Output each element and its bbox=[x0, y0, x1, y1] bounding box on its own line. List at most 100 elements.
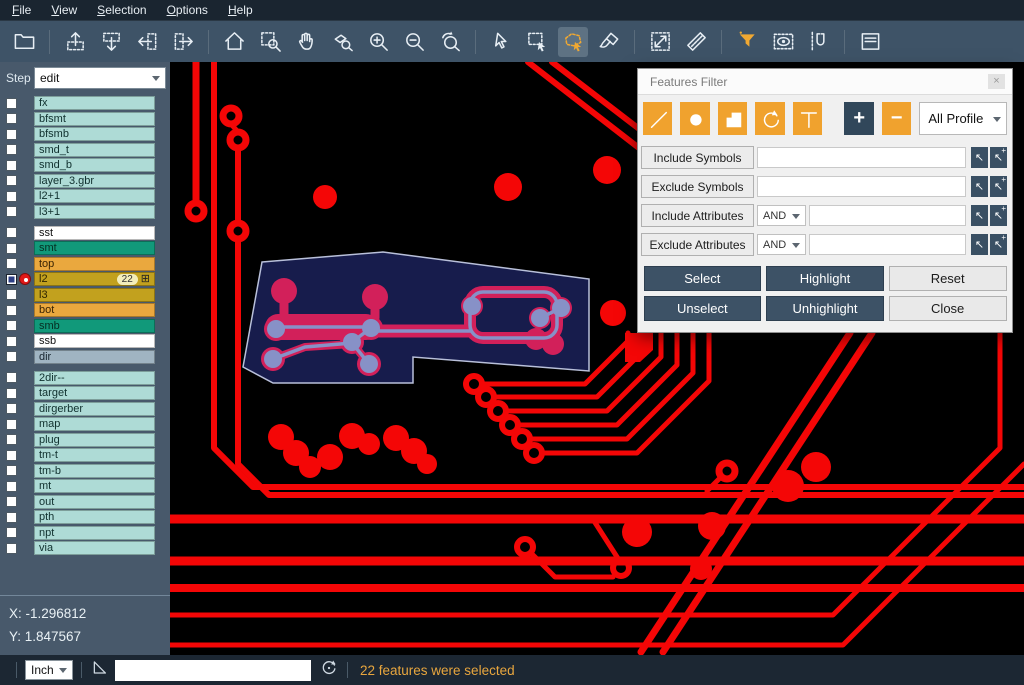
pick-add-button[interactable]: ↖+ bbox=[990, 205, 1007, 226]
layer-checkbox[interactable] bbox=[6, 113, 17, 124]
highlight-button[interactable]: Highlight bbox=[766, 266, 884, 291]
pick-add-button[interactable]: ↖+ bbox=[990, 147, 1007, 168]
and-or-select[interactable]: AND bbox=[757, 234, 806, 255]
filter-button[interactable] bbox=[732, 27, 762, 57]
layer-name-bar[interactable]: bfsmb bbox=[34, 127, 155, 141]
and-or-select[interactable]: AND bbox=[757, 205, 806, 226]
open-button[interactable] bbox=[9, 27, 39, 57]
layer-name-bar[interactable]: dirgerber bbox=[34, 402, 155, 416]
layer-checkbox[interactable] bbox=[6, 206, 17, 217]
layer-name-bar[interactable]: top bbox=[34, 257, 155, 271]
dlg-plus-button[interactable]: + bbox=[844, 102, 873, 135]
layer-name-bar[interactable]: plug bbox=[34, 433, 155, 447]
layer-name-bar[interactable]: smb bbox=[34, 319, 155, 333]
layer-name-bar[interactable]: target bbox=[34, 386, 155, 400]
layer-name-bar[interactable]: smt bbox=[34, 241, 155, 255]
profile-select[interactable]: All Profile bbox=[919, 102, 1007, 135]
menu-view[interactable]: View bbox=[41, 1, 87, 19]
layer-name-bar[interactable]: layer_3.gbr bbox=[34, 174, 155, 188]
move-up-button[interactable] bbox=[60, 27, 90, 57]
layer-checkbox[interactable] bbox=[6, 403, 17, 414]
dialog-title-bar[interactable]: Features Filter × bbox=[638, 69, 1012, 95]
unhighlight-button[interactable]: Unhighlight bbox=[766, 296, 884, 321]
view-options-button[interactable] bbox=[768, 27, 798, 57]
layer-name-bar[interactable]: map bbox=[34, 417, 155, 431]
select-polygon-button[interactable] bbox=[558, 27, 588, 57]
menu-selection[interactable]: Selection bbox=[87, 1, 156, 19]
layer-checkbox[interactable] bbox=[6, 372, 17, 383]
layer-checkbox[interactable] bbox=[6, 388, 17, 399]
reset-button[interactable]: Reset bbox=[889, 266, 1007, 291]
layer-checkbox[interactable] bbox=[6, 543, 17, 554]
layer-checkbox[interactable] bbox=[6, 527, 17, 538]
layer-checkbox[interactable] bbox=[6, 289, 17, 300]
pan-button[interactable] bbox=[291, 27, 321, 57]
layer-name-bar[interactable]: smd_b bbox=[34, 158, 155, 172]
filter-label-button[interactable]: Include Symbols bbox=[641, 146, 754, 169]
move-right-button[interactable] bbox=[168, 27, 198, 57]
layer-checkbox[interactable] bbox=[6, 227, 17, 238]
zoom-in-button[interactable] bbox=[363, 27, 393, 57]
zoom-previous-button[interactable] bbox=[435, 27, 465, 57]
dlg-line-button[interactable] bbox=[643, 102, 672, 135]
layer-name-bar[interactable]: npt bbox=[34, 526, 155, 540]
filter-value-field[interactable] bbox=[757, 176, 966, 197]
filter-label-button[interactable]: Include Attributes bbox=[641, 204, 754, 227]
layer-checkbox[interactable] bbox=[6, 465, 17, 476]
layer-name-bar[interactable]: dir bbox=[34, 350, 155, 364]
menu-help[interactable]: Help bbox=[218, 1, 263, 19]
pick-from-canvas-button[interactable]: ↖ bbox=[971, 176, 988, 197]
layer-name-bar[interactable]: l3+1 bbox=[34, 205, 155, 219]
layer-name-bar[interactable]: 2dir-- bbox=[34, 371, 155, 385]
dlg-text-button[interactable] bbox=[793, 102, 822, 135]
dlg-surface-button[interactable] bbox=[718, 102, 747, 135]
refresh-icon[interactable] bbox=[319, 658, 339, 683]
menu-file[interactable]: File bbox=[2, 1, 41, 19]
layer-name-bar[interactable]: via bbox=[34, 541, 155, 555]
layer-name-bar[interactable]: l2+1 bbox=[34, 189, 155, 203]
pick-from-canvas-button[interactable]: ↖ bbox=[971, 205, 988, 226]
zoom-object-button[interactable] bbox=[327, 27, 357, 57]
move-left-button[interactable] bbox=[132, 27, 162, 57]
move-down-button[interactable] bbox=[96, 27, 126, 57]
layer-checkbox[interactable] bbox=[6, 434, 17, 445]
dlg-minus-button[interactable]: − bbox=[882, 102, 911, 135]
close-icon[interactable]: × bbox=[988, 74, 1005, 89]
layer-table-icon[interactable]: ⊞ bbox=[141, 274, 150, 285]
layer-name-bar[interactable]: tm-t bbox=[34, 448, 155, 462]
zoom-out-button[interactable] bbox=[399, 27, 429, 57]
layer-checkbox[interactable] bbox=[6, 274, 17, 285]
layer-checkbox[interactable] bbox=[6, 336, 17, 347]
layer-checkbox[interactable] bbox=[6, 258, 17, 269]
layer-checkbox[interactable] bbox=[6, 481, 17, 492]
layer-name-bar[interactable]: out bbox=[34, 495, 155, 509]
select-rect-button[interactable] bbox=[522, 27, 552, 57]
layer-checkbox[interactable] bbox=[6, 98, 17, 109]
filter-value-field[interactable] bbox=[757, 147, 966, 168]
home-button[interactable] bbox=[219, 27, 249, 57]
select-cursor-button[interactable] bbox=[486, 27, 516, 57]
layer-name-bar[interactable]: tm-b bbox=[34, 464, 155, 478]
layer-name-bar[interactable]: l3 bbox=[34, 288, 155, 302]
layer-checkbox[interactable] bbox=[6, 512, 17, 523]
pick-add-button[interactable]: ↖+ bbox=[990, 234, 1007, 255]
layer-checkbox[interactable] bbox=[6, 175, 17, 186]
pick-from-canvas-button[interactable]: ↖ bbox=[971, 147, 988, 168]
clean-button[interactable] bbox=[594, 27, 624, 57]
layer-checkbox[interactable] bbox=[6, 129, 17, 140]
unselect-button[interactable]: Unselect bbox=[644, 296, 762, 321]
select-button[interactable]: Select bbox=[644, 266, 762, 291]
layer-checkbox[interactable] bbox=[6, 419, 17, 430]
pick-from-canvas-button[interactable]: ↖ bbox=[971, 234, 988, 255]
layer-checkbox[interactable] bbox=[6, 191, 17, 202]
measure-button[interactable] bbox=[645, 27, 675, 57]
layers-panel-button[interactable] bbox=[855, 27, 885, 57]
snap-angle-icon[interactable] bbox=[90, 658, 109, 682]
filter-label-button[interactable]: Exclude Attributes bbox=[641, 233, 754, 256]
layer-name-bar[interactable]: bot bbox=[34, 303, 155, 317]
layer-checkbox[interactable] bbox=[6, 351, 17, 362]
zoom-area-button[interactable] bbox=[255, 27, 285, 57]
ruler-button[interactable] bbox=[681, 27, 711, 57]
layer-name-bar[interactable]: l222⊞ bbox=[34, 272, 155, 286]
step-select[interactable]: edit bbox=[34, 67, 166, 89]
